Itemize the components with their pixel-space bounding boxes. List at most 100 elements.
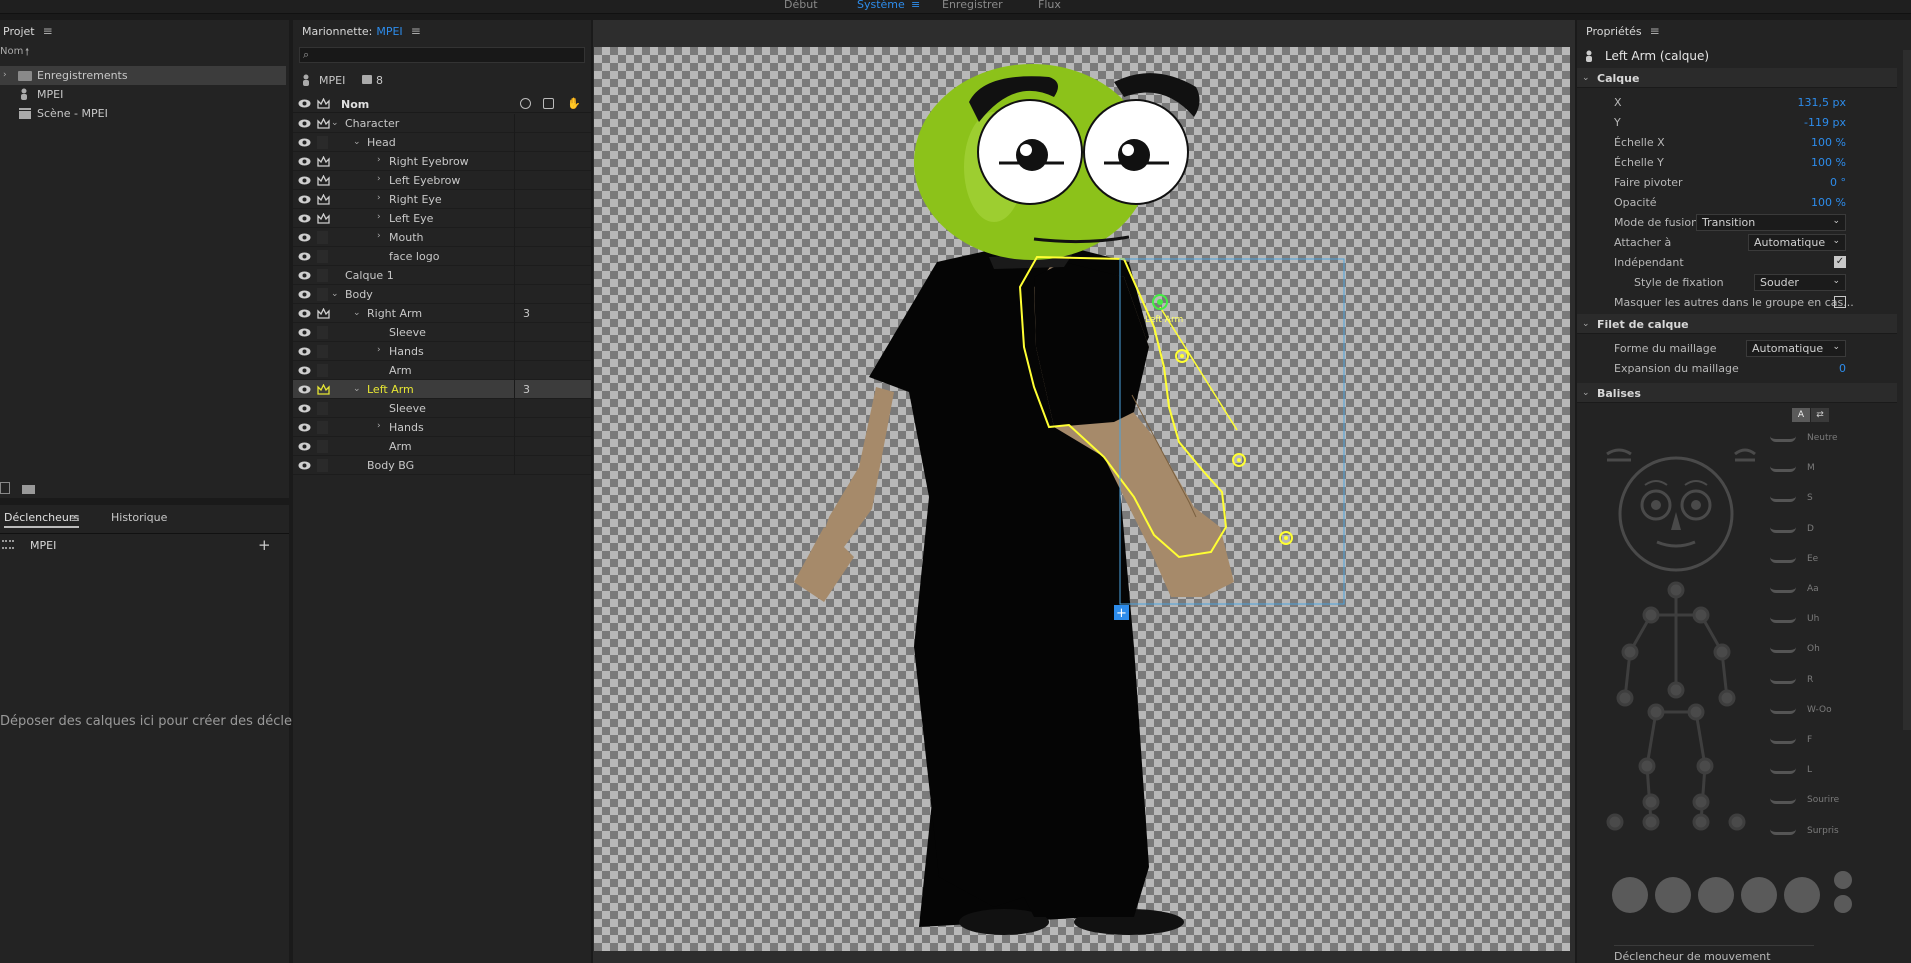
add-trigger-button[interactable]: +: [258, 536, 271, 554]
property-value[interactable]: 131,5 px: [1798, 96, 1846, 109]
layer-row[interactable]: ⌄ Body: [293, 285, 591, 304]
viseme-mouth-icon[interactable]: [1770, 496, 1796, 503]
crown-icon[interactable]: [317, 98, 330, 109]
section-calque[interactable]: ⌄ Calque: [1577, 68, 1897, 88]
layer-row[interactable]: › Left Eye: [293, 209, 591, 228]
eye-icon[interactable]: [298, 270, 311, 281]
viseme-mouth-icon[interactable]: [1770, 798, 1796, 805]
target-icon[interactable]: [520, 98, 531, 109]
layer-row[interactable]: ⌄ Left Arm 3: [293, 380, 591, 399]
eye-icon[interactable]: [298, 213, 311, 224]
crown-slot[interactable]: [317, 364, 328, 377]
layer-row[interactable]: › Left Eyebrow: [293, 171, 591, 190]
mesh-shape-select[interactable]: Automatique ⌄: [1746, 340, 1846, 357]
eye-icon[interactable]: [298, 384, 311, 395]
layer-row[interactable]: › Hands: [293, 418, 591, 437]
project-column-header[interactable]: Nom 🠕: [0, 46, 289, 60]
eye-icon[interactable]: [298, 308, 311, 319]
viseme-mouth-icon[interactable]: [1770, 527, 1796, 533]
eye-icon[interactable]: [298, 365, 311, 376]
tag-toggle-a[interactable]: A: [1792, 408, 1810, 422]
chevron-down-icon[interactable]: ⌄: [353, 384, 361, 394]
crown-slot[interactable]: [317, 136, 328, 149]
viseme-mouth-icon[interactable]: [1770, 587, 1796, 593]
layer-row[interactable]: Arm: [293, 361, 591, 380]
trigger-puppet-row[interactable]: MPEI +: [0, 535, 289, 555]
crown-slot[interactable]: [317, 421, 328, 434]
section-filet[interactable]: ⌄ Filet de calque: [1577, 314, 1897, 334]
crown-icon[interactable]: [317, 156, 330, 167]
layer-row[interactable]: › Mouth: [293, 228, 591, 247]
viseme-mouth-icon[interactable]: [1770, 768, 1796, 775]
property-value[interactable]: 100 %: [1811, 196, 1846, 209]
face-preset-icon[interactable]: [1612, 877, 1648, 913]
chevron-right-icon[interactable]: ›: [377, 231, 381, 241]
crown-icon[interactable]: [317, 308, 330, 319]
layer-row[interactable]: Sleeve: [293, 323, 591, 342]
face-preset-icon[interactable]: [1698, 877, 1734, 913]
fix-style-select[interactable]: Souder ⌄: [1754, 274, 1846, 291]
new-folder-icon[interactable]: [22, 485, 35, 494]
layer-row[interactable]: ⌄ Character: [293, 114, 591, 133]
eye-icon[interactable]: [298, 232, 311, 243]
crown-slot[interactable]: [317, 288, 328, 301]
panel-menu-icon[interactable]: ≡: [43, 24, 53, 38]
layer-row[interactable]: ⌄ Right Arm 3: [293, 304, 591, 323]
attach-select[interactable]: Automatique ⌄: [1748, 234, 1846, 251]
eye-icon[interactable]: [298, 289, 311, 300]
project-item[interactable]: MPEI: [0, 85, 289, 104]
eye-icon[interactable]: [298, 403, 311, 414]
viseme-mouth-icon[interactable]: [1770, 617, 1796, 624]
new-item-icon[interactable]: [0, 482, 10, 494]
layer-row[interactable]: › Hands: [293, 342, 591, 361]
eye-icon[interactable]: [298, 460, 311, 471]
workspace-tab-enregistrer[interactable]: Enregistrer: [942, 0, 1003, 11]
eye-icon[interactable]: [298, 194, 311, 205]
viseme-mouth-icon[interactable]: [1770, 466, 1796, 473]
chevron-right-icon[interactable]: ›: [377, 421, 381, 431]
property-value[interactable]: 100 %: [1811, 136, 1846, 149]
tag-toggle-icon[interactable]: ⇄: [1811, 408, 1829, 422]
crown-slot[interactable]: [317, 402, 328, 415]
workspace-tab-flux[interactable]: Flux: [1038, 0, 1061, 11]
eye-icon[interactable]: [298, 156, 311, 167]
property-value[interactable]: 100 %: [1811, 156, 1846, 169]
blend-mode-select[interactable]: Transition ⌄: [1696, 214, 1846, 231]
face-preset-icon[interactable]: [1834, 871, 1852, 889]
face-preset-icon[interactable]: [1741, 877, 1777, 913]
chevron-right-icon[interactable]: ›: [377, 345, 381, 355]
layer-row[interactable]: Calque 1: [293, 266, 591, 285]
eye-icon[interactable]: [298, 441, 311, 452]
tab-historique[interactable]: Historique: [111, 511, 167, 524]
crown-icon[interactable]: [317, 194, 330, 205]
crown-slot[interactable]: [317, 231, 328, 244]
mesh-expand-value[interactable]: 0: [1839, 362, 1846, 375]
chevron-right-icon[interactable]: ›: [377, 155, 381, 165]
viseme-mouth-icon[interactable]: [1770, 647, 1796, 654]
face-preset-icon[interactable]: [1784, 877, 1820, 913]
crown-slot[interactable]: [317, 345, 328, 358]
crown-slot[interactable]: [317, 459, 328, 472]
record-icon[interactable]: [543, 98, 554, 109]
workspace-tab-debut[interactable]: Début: [784, 0, 818, 11]
tab-declencheurs[interactable]: Déclencheurs: [4, 511, 80, 528]
chevron-down-icon[interactable]: ⌄: [331, 118, 339, 128]
viseme-mouth-icon[interactable]: [1770, 829, 1796, 835]
scrollbar[interactable]: [1903, 50, 1911, 730]
viseme-mouth-icon[interactable]: [1770, 436, 1796, 442]
layer-row[interactable]: › Right Eyebrow: [293, 152, 591, 171]
layer-row[interactable]: face logo: [293, 247, 591, 266]
layer-row[interactable]: Arm: [293, 437, 591, 456]
workspace-menu-icon[interactable]: ≡: [911, 0, 920, 11]
layer-search-input[interactable]: ⌕: [299, 47, 585, 63]
viseme-mouth-icon[interactable]: [1770, 708, 1796, 714]
workspace-tab-systeme[interactable]: Système: [857, 0, 905, 11]
chevron-down-icon[interactable]: ⌄: [331, 289, 339, 299]
property-value[interactable]: 0 °: [1830, 176, 1846, 189]
layer-row[interactable]: Sleeve: [293, 399, 591, 418]
layer-row[interactable]: › Right Eye: [293, 190, 591, 209]
hand-icon[interactable]: ✋: [567, 97, 581, 110]
eye-icon[interactable]: [298, 98, 311, 109]
viseme-mouth-icon[interactable]: [1770, 738, 1796, 744]
section-balises[interactable]: ⌄ Balises: [1577, 383, 1897, 403]
